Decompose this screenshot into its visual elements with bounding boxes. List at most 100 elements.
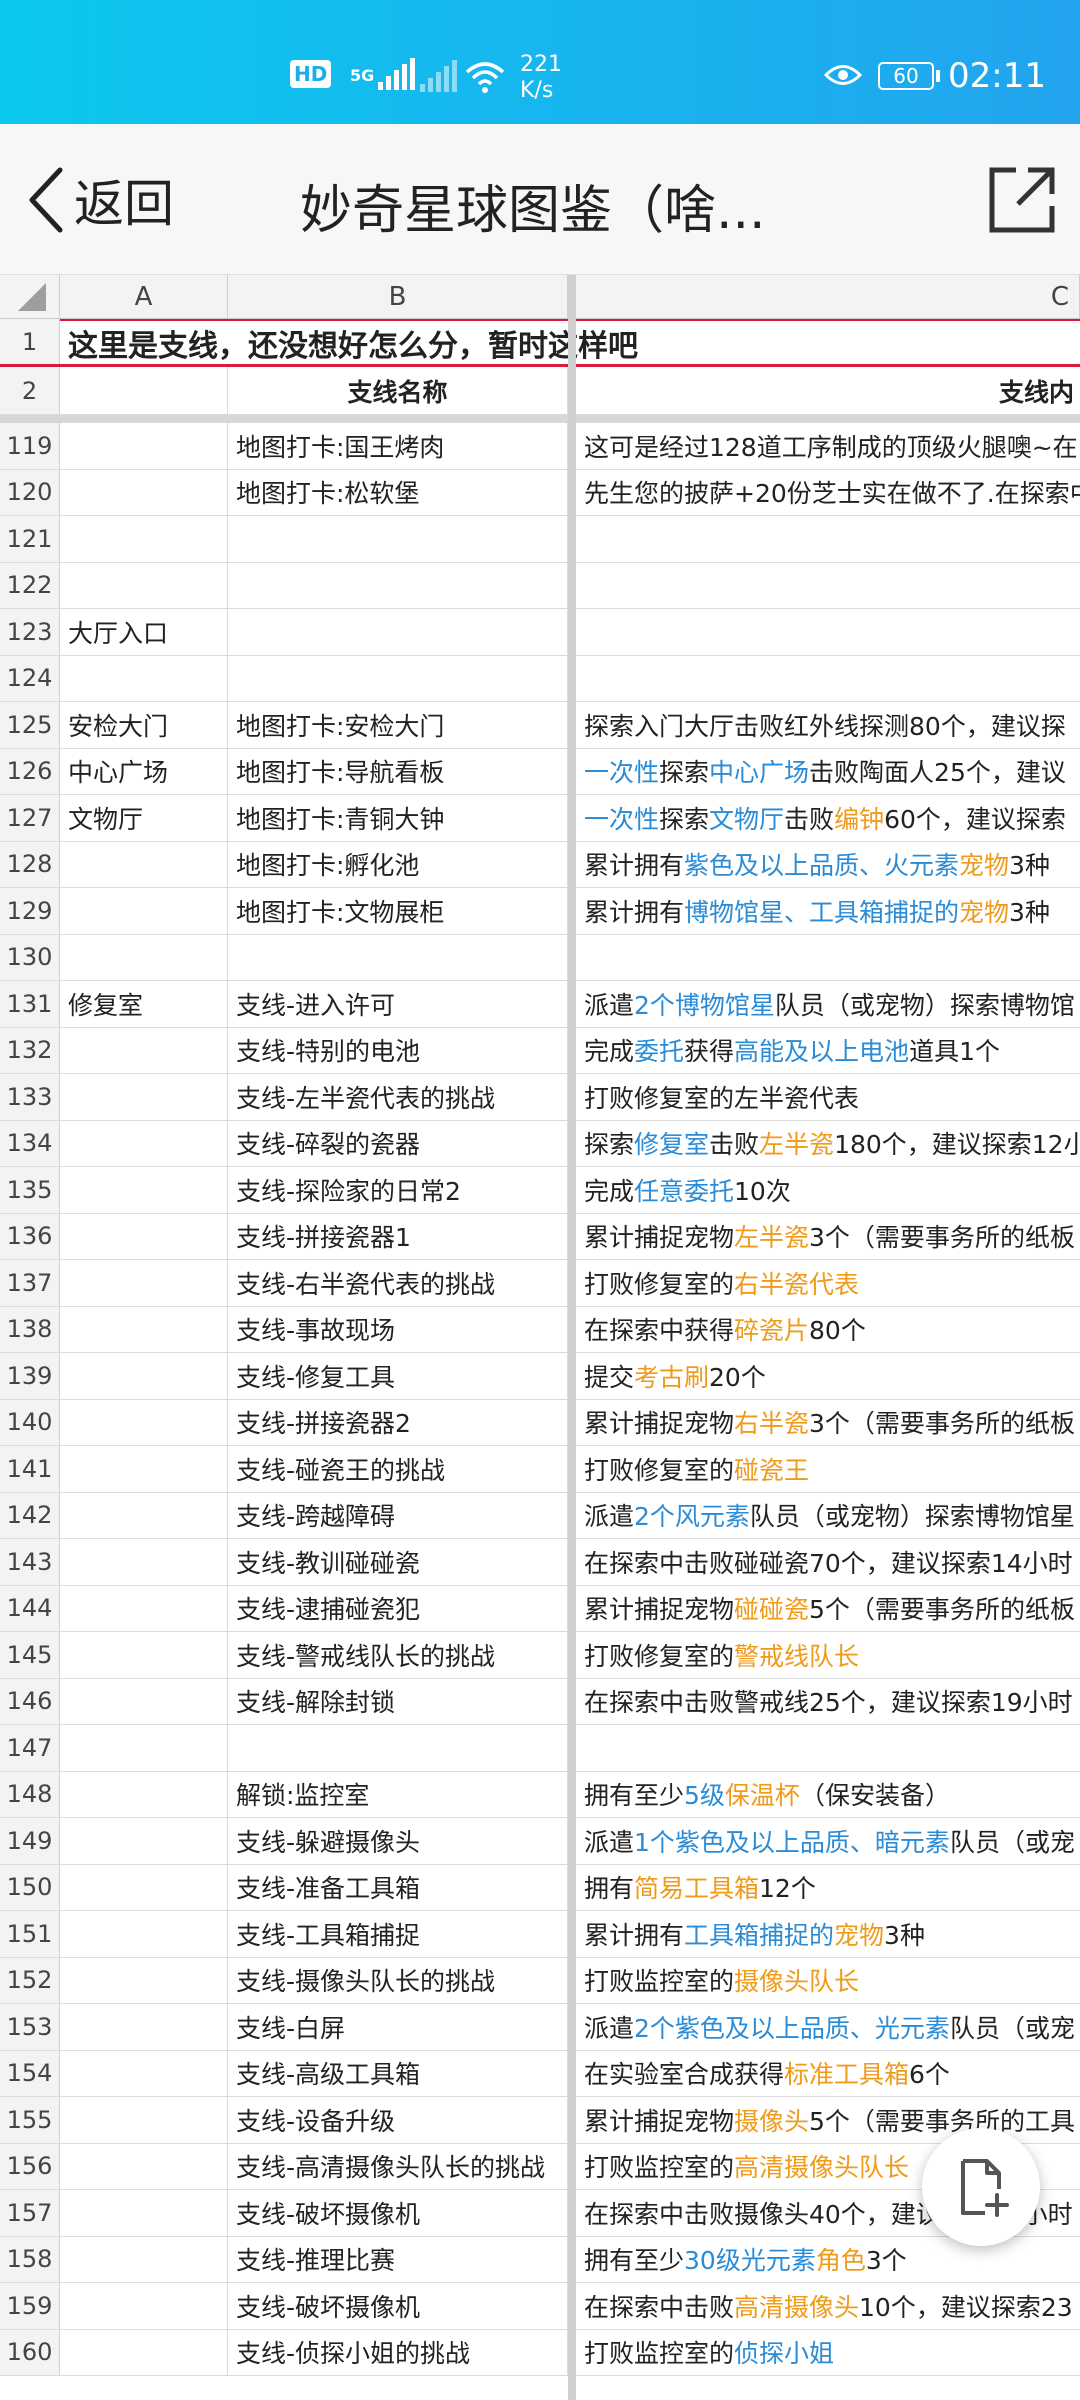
- cell-quest-content[interactable]: 先生您的披萨+20份芝士实在做不了.在探索中: [576, 470, 1080, 516]
- spreadsheet[interactable]: A B C 1 这里是支线，还没想好怎么分，暂时这样吧 2 支线名称 支线内 1…: [0, 275, 1080, 2400]
- cell-a[interactable]: [60, 367, 228, 414]
- cell-quest-content[interactable]: 探索入门大厅击败红外线探测80个，建议探: [576, 702, 1080, 748]
- sheet-row[interactable]: 145 支线-警戒线队长的挑战 打败修复室的 警戒线队长: [0, 1632, 1080, 1679]
- cell-quest-content[interactable]: [576, 516, 1080, 562]
- sheet-row[interactable]: 127 文物厅 地图打卡:青铜大钟 一次性 探索 文物厅 击败 编钟 60个，建议探索: [0, 795, 1080, 842]
- sheet-row[interactable]: 135 支线-探险家的日常2 完成 任意委托 10次: [0, 1167, 1080, 1214]
- cell-quest-name[interactable]: 支线-探险家的日常2: [228, 1167, 568, 1213]
- cell-quest-name[interactable]: [228, 934, 568, 980]
- sheet-row[interactable]: 157 支线-破坏摄像机 在探索中击败摄像头40个，建议探索19小时: [0, 2190, 1080, 2237]
- cell-quest-name[interactable]: 支线-特别的电池: [228, 1027, 568, 1073]
- cell-area[interactable]: [60, 1260, 228, 1306]
- cell-area[interactable]: [60, 1399, 228, 1445]
- column-header-c[interactable]: C: [576, 275, 1080, 319]
- cell-quest-name[interactable]: 地图打卡:安检大门: [228, 702, 568, 748]
- cell-quest-name[interactable]: 支线-警戒线队长的挑战: [228, 1632, 568, 1678]
- cell-quest-name[interactable]: 支线-解除封锁: [228, 1678, 568, 1724]
- cell-quest-content[interactable]: 在探索中击败警戒线25个，建议探索19小时: [576, 1679, 1080, 1725]
- cell-area[interactable]: [60, 1864, 228, 1910]
- cell-quest-name[interactable]: 支线-白屏: [228, 2004, 568, 2050]
- cell-area[interactable]: [60, 841, 228, 887]
- cell-quest-content[interactable]: [576, 609, 1080, 655]
- cell-area[interactable]: 修复室: [60, 981, 228, 1027]
- cell-quest-name[interactable]: 支线-高清摄像头队长的挑战: [228, 2143, 568, 2189]
- cell-quest-name[interactable]: 支线-事故现场: [228, 1306, 568, 1352]
- cell-quest-content[interactable]: 这可是经过128道工序制成的顶级火腿噢~在: [576, 423, 1080, 469]
- cell-quest-content[interactable]: 一次性 探索 文物厅 击败 编钟 60个，建议探索: [576, 795, 1080, 841]
- back-button[interactable]: 返回: [24, 164, 174, 236]
- column-header-a[interactable]: A: [60, 275, 228, 319]
- cell-quest-content[interactable]: 在探索中获得 碎瓷片 80个: [576, 1307, 1080, 1353]
- sheet-row[interactable]: 159 支线-破坏摄像机 在探索中击败 高清摄像头 10个，建议探索23: [0, 2283, 1080, 2330]
- cell-area[interactable]: [60, 1771, 228, 1817]
- sheet-row[interactable]: 156 支线-高清摄像头队长的挑战 打败监控室的 高清摄像头队长: [0, 2143, 1080, 2190]
- cell-quest-content[interactable]: 累计捕捉宠物 碰碰瓷 5个（需要事务所的纸板: [576, 1586, 1080, 1632]
- cell-area[interactable]: [60, 655, 228, 701]
- cell-quest-content[interactable]: [576, 935, 1080, 981]
- cell-area[interactable]: [60, 1957, 228, 2003]
- sheet-row[interactable]: 128 地图打卡:孵化池 累计拥有 紫色及以上品质、火元素 宠物 3种: [0, 841, 1080, 888]
- sheet-row[interactable]: 141 支线-碰瓷王的挑战 打败修复室的 碰瓷王: [0, 1446, 1080, 1493]
- cell-area[interactable]: [60, 1492, 228, 1538]
- cell-quest-content[interactable]: 打败监控室的 摄像头队长: [576, 1958, 1080, 2004]
- cell-quest-content[interactable]: 累计捕捉宠物 右半瓷 3个（需要事务所的纸板: [576, 1400, 1080, 1446]
- cell-quest-content[interactable]: 打败修复室的左半瓷代表: [576, 1074, 1080, 1120]
- header-cell-content[interactable]: 支线内: [576, 367, 1080, 414]
- cell-quest-name[interactable]: 地图打卡:导航看板: [228, 748, 568, 794]
- cell-quest-name[interactable]: 地图打卡:松软堡: [228, 469, 568, 515]
- cell-quest-name[interactable]: 支线-右半瓷代表的挑战: [228, 1260, 568, 1306]
- cell-quest-content[interactable]: [576, 563, 1080, 609]
- sheet-row[interactable]: 138 支线-事故现场 在探索中获得 碎瓷片 80个: [0, 1306, 1080, 1353]
- sheet-row[interactable]: 125 安检大门 地图打卡:安检大门 探索入门大厅击败红外线探测80个，建议探: [0, 702, 1080, 749]
- cell-quest-content[interactable]: [576, 1725, 1080, 1771]
- sheet-row[interactable]: 151 支线-工具箱捕捉 累计拥有 工具箱捕捉的 宠物 3种: [0, 1911, 1080, 1958]
- sheet-row[interactable]: 137 支线-右半瓷代表的挑战 打败修复室的 右半瓷代表: [0, 1260, 1080, 1307]
- cell-quest-content[interactable]: 拥有 简易工具箱 12个: [576, 1865, 1080, 1911]
- cell-area[interactable]: [60, 1911, 228, 1957]
- cell-quest-name[interactable]: [228, 562, 568, 608]
- sheet-row[interactable]: 133 支线-左半瓷代表的挑战 打败修复室的左半瓷代表: [0, 1074, 1080, 1121]
- cell-quest-name[interactable]: [228, 655, 568, 701]
- sheet-row[interactable]: 130: [0, 934, 1080, 981]
- cell-area[interactable]: [60, 1678, 228, 1724]
- cell-quest-name[interactable]: 支线-教训碰碰瓷: [228, 1539, 568, 1585]
- cell-area[interactable]: [60, 1167, 228, 1213]
- sheet-row[interactable]: 153 支线-白屏 派遣 2个紫色及以上品质、光元素 队员（或宠: [0, 2004, 1080, 2051]
- cell-quest-name[interactable]: 支线-工具箱捕捉: [228, 1911, 568, 1957]
- cell-quest-content[interactable]: 完成 任意委托 10次: [576, 1167, 1080, 1213]
- cell-quest-name[interactable]: 地图打卡:国王烤肉: [228, 423, 568, 469]
- cell-quest-content[interactable]: 派遣 2个风元素 队员（或宠物）探索博物馆星: [576, 1493, 1080, 1539]
- cell-area[interactable]: 安检大门: [60, 702, 228, 748]
- cell-area[interactable]: [60, 516, 228, 562]
- cell-quest-content[interactable]: 拥有至少 5级 保温杯 （保安装备）: [576, 1772, 1080, 1818]
- cell-area[interactable]: [60, 1446, 228, 1492]
- column-header-b[interactable]: B: [228, 275, 568, 319]
- cell-quest-name[interactable]: 支线-拼接瓷器2: [228, 1399, 568, 1445]
- cell-quest-name[interactable]: [228, 609, 568, 655]
- cell-quest-content[interactable]: 累计拥有 工具箱捕捉的 宠物 3种: [576, 1911, 1080, 1957]
- cell-quest-content[interactable]: 累计拥有 博物馆星、工具箱捕捉的 宠物 3种: [576, 888, 1080, 934]
- header-cell-name[interactable]: 支线名称: [228, 367, 568, 414]
- cell-quest-name[interactable]: 地图打卡:孵化池: [228, 841, 568, 887]
- cell-area[interactable]: [60, 1074, 228, 1120]
- sheet-row[interactable]: 158 支线-推理比赛 拥有至少 30级光元素 角色 3个: [0, 2236, 1080, 2283]
- cell-area[interactable]: [60, 1539, 228, 1585]
- cell-area[interactable]: [60, 469, 228, 515]
- cell-area[interactable]: 中心广场: [60, 748, 228, 794]
- cell-area[interactable]: 大厅入口: [60, 609, 228, 655]
- cell-area[interactable]: [60, 1725, 228, 1771]
- sheet-row[interactable]: 155 支线-设备升级 累计捕捉宠物 摄像头 5个（需要事务所的工具: [0, 2097, 1080, 2144]
- cell-quest-content[interactable]: 打败修复室的 警戒线队长: [576, 1632, 1080, 1678]
- cell-quest-content[interactable]: 完成 委托 获得 高能及以上电池 道具1个: [576, 1028, 1080, 1074]
- cell-quest-name[interactable]: 支线-碎裂的瓷器: [228, 1120, 568, 1166]
- cell-area[interactable]: [60, 1306, 228, 1352]
- sheet-row[interactable]: 121: [0, 516, 1080, 563]
- cell-quest-name[interactable]: 支线-修复工具: [228, 1353, 568, 1399]
- sheet-row[interactable]: 154 支线-高级工具箱 在实验室合成获得 标准工具箱 6个: [0, 2050, 1080, 2097]
- select-all-corner[interactable]: [0, 275, 60, 319]
- sheet-row-1[interactable]: 1 这里是支线，还没想好怎么分，暂时这样吧: [0, 319, 1080, 367]
- sheet-row[interactable]: 120 地图打卡:松软堡 先生您的披萨+20份芝士实在做不了.在探索中: [0, 469, 1080, 516]
- sheet-row[interactable]: 152 支线-摄像头队长的挑战 打败监控室的 摄像头队长: [0, 1957, 1080, 2004]
- sheet-row[interactable]: 122: [0, 562, 1080, 609]
- cell-quest-name[interactable]: 支线-破坏摄像机: [228, 2190, 568, 2236]
